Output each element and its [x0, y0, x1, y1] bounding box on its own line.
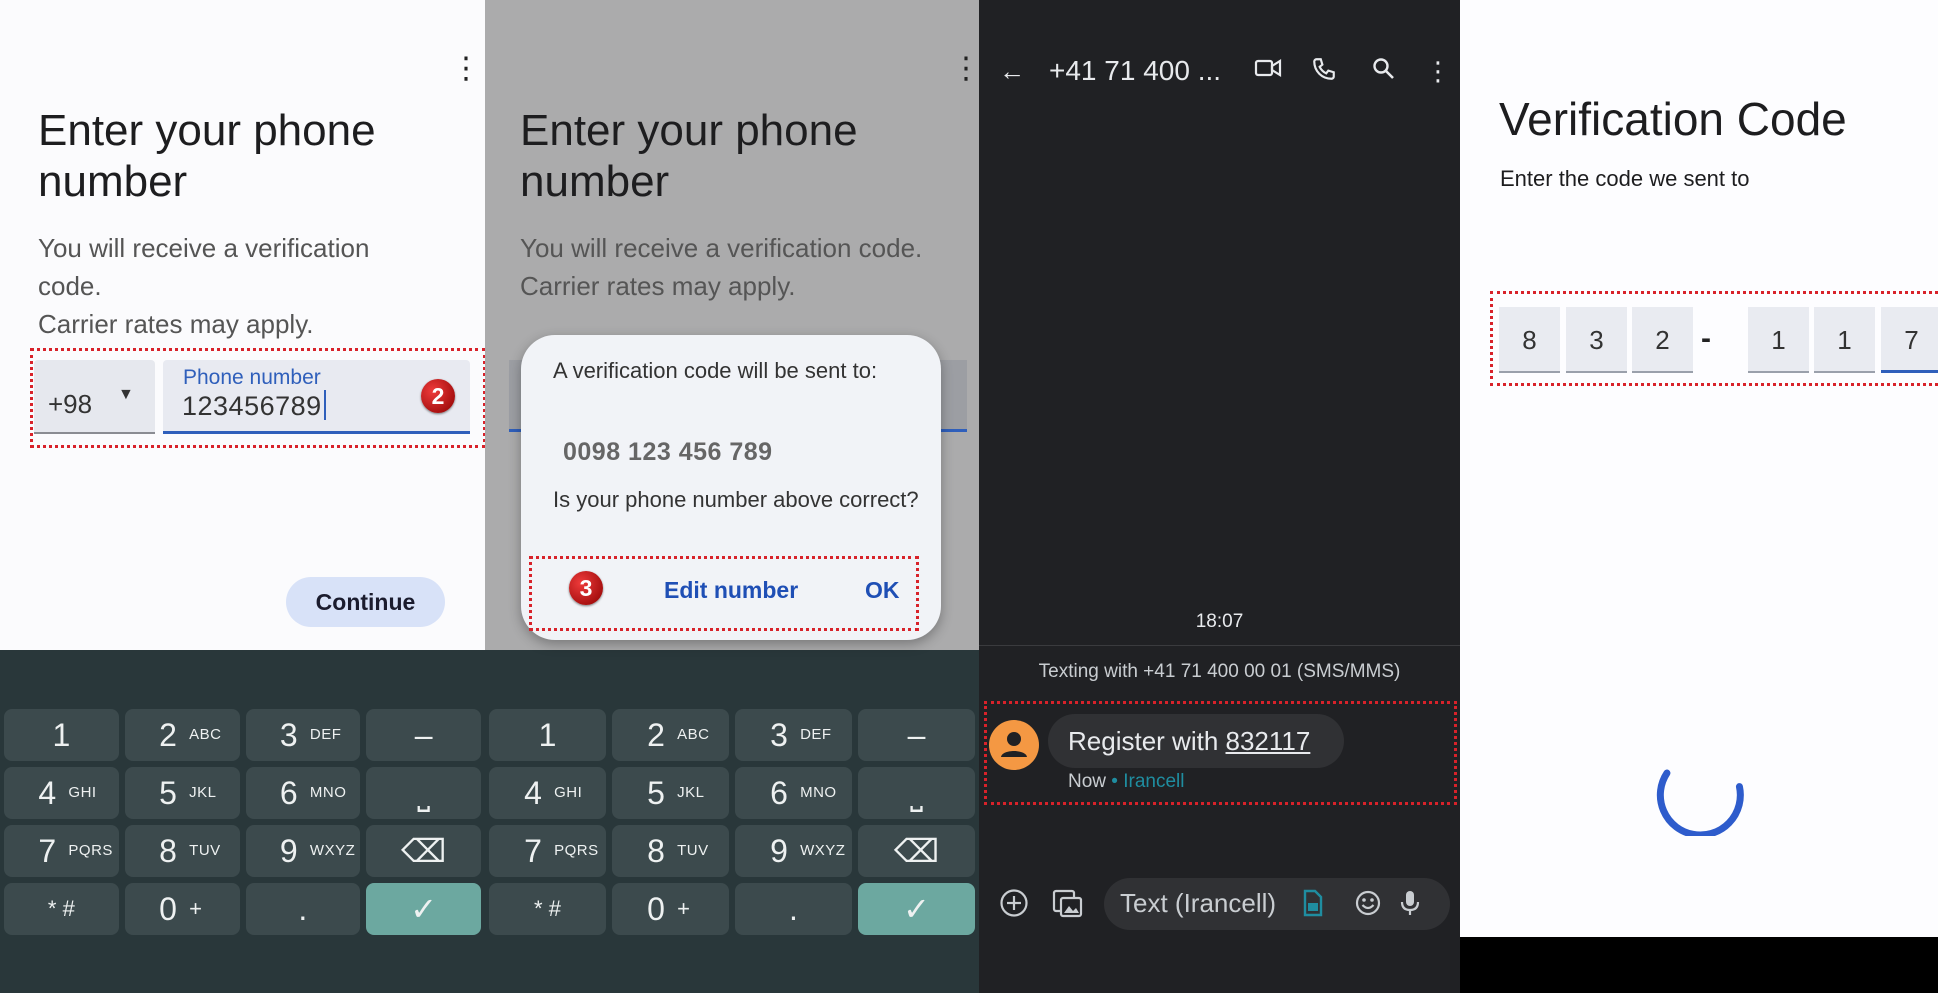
sim-icon[interactable] [1303, 889, 1323, 923]
key-digit: ⎵ [417, 775, 431, 811]
annotation-box [30, 348, 485, 448]
annotation-box [1490, 291, 1938, 386]
key-letters: TUV [189, 842, 221, 859]
page-title: Verification Code [1499, 93, 1847, 145]
keypad-key[interactable]: * # [4, 883, 119, 935]
keypad-key[interactable]: 1 [4, 709, 119, 761]
keypad-key[interactable]: 5 JKL [124, 767, 240, 819]
key-digit: – [414, 717, 433, 753]
key-letters: + [189, 896, 203, 921]
subtitle-line: Carrier rates may apply. [38, 309, 314, 339]
compose-input[interactable]: Text (Irancell) [1120, 888, 1276, 919]
more-vert-icon[interactable]: ⋮ [1425, 56, 1451, 86]
annotation-box [529, 556, 919, 631]
key-letters: JKL [189, 784, 217, 801]
add-icon[interactable] [999, 888, 1029, 924]
key-letters: GHI [68, 784, 97, 801]
loading-spinner [1656, 769, 1744, 836]
confirm-number-screen: ⋮ Enter your phone number You will recei… [485, 0, 979, 993]
key-digit: 1 [52, 717, 71, 753]
key-digit: ✓ [410, 891, 438, 927]
keypad-key[interactable]: 6 MNO [245, 767, 361, 819]
key-letters: ABC [189, 726, 222, 743]
annotation-box [984, 701, 1457, 805]
key-digit: * # [47, 896, 75, 921]
texting-with-label: Texting with +41 71 400 00 01 (SMS/MMS) [1038, 661, 1401, 682]
more-vert-icon[interactable]: ⋮ [451, 54, 481, 84]
keypad-key[interactable]: 2 ABC [124, 709, 240, 761]
page-subtitle: You will receive a verification code. Ca… [38, 229, 438, 343]
key-digit: 7 [38, 833, 57, 869]
key-digit: 9 [279, 833, 298, 869]
dialog-question: Is your phone number above correct? [553, 487, 919, 512]
key-digit: ⌫ [401, 833, 447, 869]
key-letters: MNO [309, 784, 347, 801]
key-letters: PQRS [68, 842, 113, 859]
emoji-icon[interactable] [1354, 889, 1382, 923]
page-title: Enter your phone number [38, 106, 376, 206]
video-call-icon[interactable] [1254, 56, 1282, 86]
key-digit: 6 [279, 775, 298, 811]
back-arrow-icon[interactable]: ← [999, 56, 1025, 86]
navigation-bar [1460, 937, 1938, 993]
message-time: 18:07 [1195, 611, 1244, 632]
subtitle-line: You will receive a verification code. [38, 233, 370, 301]
contact-name[interactable]: +41 71 400 ... [1049, 55, 1221, 87]
numeric-keyboard: 1 2 ABC 3 DEF – 4 GHI 5 JKL 6 MNO ⎵ 7 PQRS 8 TUV 9 WXYZ ⌫ * … [0, 650, 485, 993]
key-letters: WXYZ [309, 842, 356, 859]
search-icon[interactable] [1371, 56, 1395, 86]
keypad-key[interactable]: ⎵ [366, 767, 481, 819]
key-letters: DEF [309, 726, 342, 743]
key-digit: . [298, 891, 308, 927]
dialog-number: 0098 123 456 789 [563, 438, 773, 466]
key-digit: 8 [159, 833, 177, 869]
keypad-key[interactable]: ✓ [366, 883, 481, 935]
key-digit: 4 [38, 775, 57, 811]
keypad-key[interactable]: 9 WXYZ [245, 825, 361, 877]
phone-icon[interactable] [1311, 56, 1337, 88]
dialog-message: A verification code will be sent to: [553, 358, 878, 383]
keypad-key[interactable]: 4 GHI [4, 767, 119, 819]
continue-button[interactable]: Continue [286, 577, 445, 627]
key-digit: 5 [159, 775, 177, 811]
mic-icon[interactable] [1399, 889, 1421, 923]
keypad-key[interactable]: 3 DEF [245, 709, 361, 761]
divider [979, 645, 1460, 646]
keypad-key[interactable]: 0 + [124, 883, 240, 935]
verification-screen: Verification Code Enter the code we sent… [1460, 0, 1938, 993]
phone-entry-screen: ⋮ Enter your phone number You will recei… [0, 0, 485, 993]
key-digit: 2 [159, 717, 177, 753]
page-subtitle: Enter the code we sent to [1500, 166, 1750, 191]
keypad-key[interactable]: . [245, 883, 361, 935]
keypad-key[interactable]: 7 PQRS [4, 825, 119, 877]
gallery-icon[interactable] [1051, 888, 1083, 924]
key-digit: 0 [159, 891, 177, 927]
key-digit: 3 [279, 717, 298, 753]
keypad-key[interactable]: – [366, 709, 481, 761]
message-compose[interactable]: Text (Irancell) [1104, 878, 1450, 930]
messages-screen: ← +41 71 400 ... ⋮ 18:07 Texting with +4… [979, 0, 1460, 993]
conversation-toolbar: ← +41 71 400 ... ⋮ [979, 0, 1460, 145]
keypad-key[interactable]: 8 TUV [124, 825, 240, 877]
keypad-key[interactable]: ⌫ [366, 825, 481, 877]
